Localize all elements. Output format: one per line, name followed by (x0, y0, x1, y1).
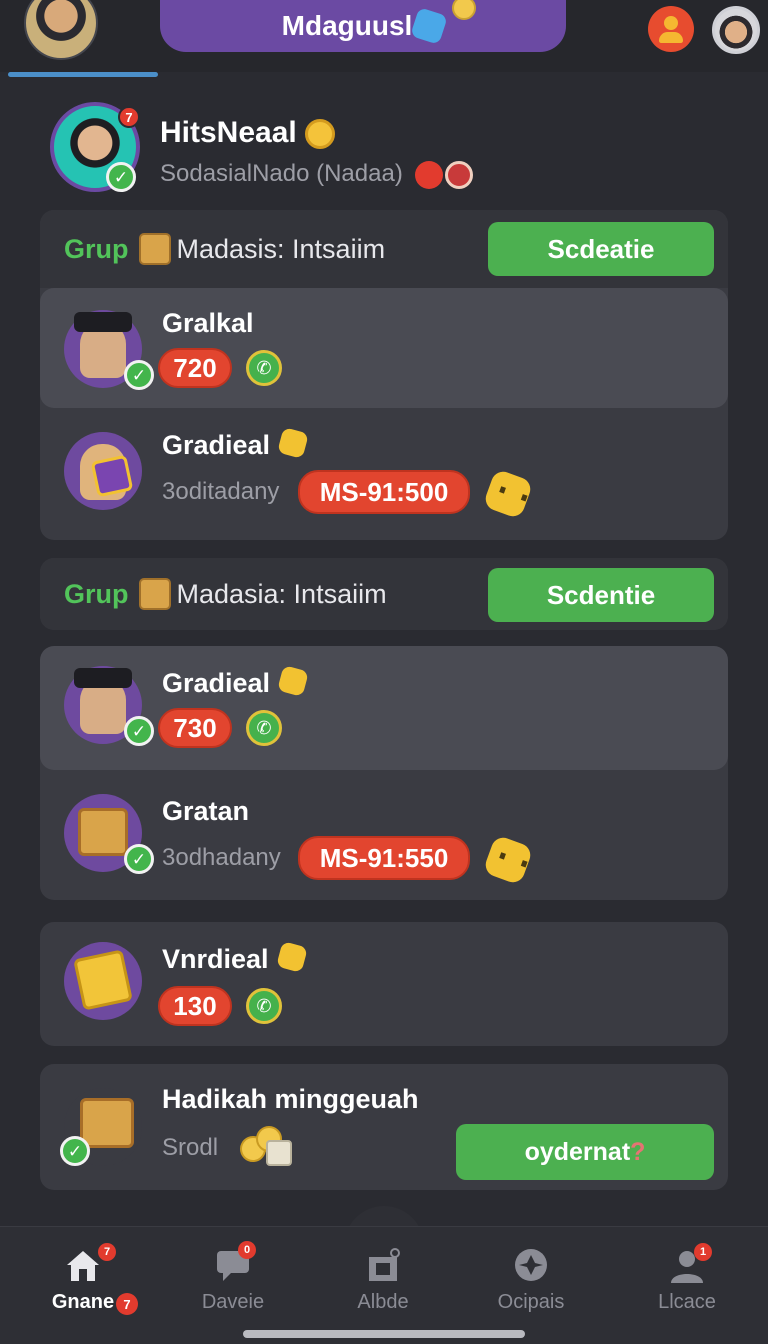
nav-badge: 1 (694, 1243, 712, 1261)
profile-button[interactable] (648, 6, 694, 52)
group-header: Grup Madasia: Intsaiim Scdentie (40, 558, 728, 630)
nav-label: Ocipais (497, 1291, 565, 1313)
group-card-2-header: Grup Madasia: Intsaiim Scdentie (40, 558, 728, 630)
verified-check-icon: ✓ (124, 716, 154, 746)
star-icon (275, 941, 308, 973)
crate-icon (138, 233, 171, 265)
group-header: Grup Madasis: Intsaiim Scdeatie (40, 210, 728, 288)
coin-icon (304, 119, 335, 150)
nav-item-settings[interactable]: Ocipais (466, 1227, 596, 1327)
chest-icon (80, 1098, 134, 1148)
phone-icon[interactable]: ✆ (246, 988, 282, 1024)
gem-icon (410, 7, 449, 45)
member-status: 3oditadany (162, 478, 280, 505)
reward-avatar (64, 942, 142, 1020)
nav-item-home[interactable]: 7 Gnane 7 (18, 1227, 148, 1327)
nav-label: Albde (357, 1291, 409, 1313)
crate-icon (138, 578, 171, 610)
member-avatar: ✓ (64, 666, 154, 746)
group-card-2: ✓ Gradieal 730 ✆ ✓ Gratan 3odhadany MS-9… (40, 646, 728, 900)
verified-check-icon: ✓ (124, 844, 154, 874)
phone-icon[interactable]: ✆ (246, 710, 282, 746)
person-icon (664, 16, 678, 30)
list-item[interactable]: Vnrdieal 130 ✆ (40, 922, 728, 1046)
emoji-icon (415, 160, 444, 189)
member-status: 3odhadany (162, 844, 281, 871)
profile-name: HitsNeaal (160, 116, 335, 150)
member-avatar: ✓ (64, 310, 154, 390)
member-avatar: ✓ (64, 794, 154, 874)
shop-icon (369, 1248, 400, 1281)
list-item[interactable]: Gradieal 3oditadany MS-91:500 (40, 408, 728, 540)
star-icon (277, 427, 309, 459)
home-icon (67, 1251, 99, 1281)
active-tab-indicator (8, 72, 158, 77)
match-code-badge: MS-91:550 (298, 836, 470, 880)
reward-name: Vnrdieal (162, 941, 308, 975)
app-title-pill: Mdaguusl (160, 0, 566, 52)
nav-item-shop[interactable]: Albde (318, 1227, 448, 1327)
list-item[interactable]: ✓ Gradieal 730 ✆ (40, 646, 728, 770)
user-avatar[interactable] (24, 0, 98, 60)
notification-badge: 7 (118, 106, 140, 128)
smiley-icon (482, 468, 534, 520)
group-action-button[interactable]: Scdentie (488, 568, 714, 622)
group-title: Madasia: Intsaiim (176, 578, 387, 609)
group-card-1: Grup Madasis: Intsaiim Scdeatie ✓ Gralka… (40, 210, 728, 540)
match-code-badge: MS-91:500 (298, 470, 470, 514)
member-name: Gradieal (162, 665, 309, 699)
score-badge: 130 (158, 986, 232, 1026)
app-title: Mdaguusl (281, 10, 413, 41)
list-item[interactable]: ✓ Gratan 3odhadany MS-91:550 (40, 770, 728, 900)
nav-badge: 0 (238, 1241, 256, 1259)
list-item[interactable]: ✓ Gralkal 720 ✆ (40, 288, 728, 408)
gift-icon (73, 949, 133, 1011)
reward-card: Vnrdieal 130 ✆ (40, 922, 728, 1046)
member-name: Gradieal (162, 427, 309, 461)
weekly-reward-card: ✓ Hadikah minggeuah Srodl oydernat? (40, 1064, 728, 1190)
nav-badge: 7 (116, 1293, 138, 1315)
star-icon (277, 665, 309, 697)
nav-item-chat[interactable]: 0 Daveie (168, 1227, 298, 1327)
settings-icon (515, 1249, 547, 1281)
profile-subtitle: SodasialNado (Nadaa) (160, 160, 474, 189)
bottom-nav: 7 Gnane 7 0 Daveie Albde Ocipais 1 Llcac… (0, 1226, 768, 1344)
friend-avatar[interactable] (712, 6, 760, 54)
verified-check-icon: ✓ (60, 1136, 90, 1166)
home-indicator[interactable] (243, 1330, 525, 1338)
verified-check-icon: ✓ (124, 360, 154, 390)
member-avatar (64, 432, 142, 510)
nav-label: Llcace (658, 1291, 716, 1313)
verified-check-icon: ✓ (106, 162, 136, 192)
weekly-reward-status: Srodl (162, 1134, 219, 1161)
chest-avatar: ✓ (60, 1088, 142, 1166)
claim-button[interactable]: oydernat? (456, 1124, 714, 1180)
nav-badge: 7 (98, 1243, 116, 1261)
nav-label: Daveie (201, 1291, 265, 1313)
top-bar: Mdaguusl (0, 0, 768, 72)
coins-icon (240, 1124, 296, 1168)
smiley-icon (482, 834, 534, 886)
weekly-reward-title: Hadikah minggeuah (162, 1084, 419, 1114)
group-action-button[interactable]: Scdeatie (488, 222, 714, 276)
group-label: Grup (64, 578, 129, 609)
score-badge: 730 (158, 708, 232, 748)
score-badge: 720 (158, 348, 232, 388)
avatar-emoji-icon (445, 160, 474, 189)
nav-item-profile[interactable]: 1 Llcace (622, 1227, 752, 1327)
group-title: Madasis: Intsaiim (176, 233, 386, 264)
member-name: Gralkal (162, 308, 254, 338)
member-name: Gratan (162, 796, 250, 826)
phone-icon[interactable]: ✆ (246, 350, 282, 386)
group-label: Grup (64, 233, 129, 264)
